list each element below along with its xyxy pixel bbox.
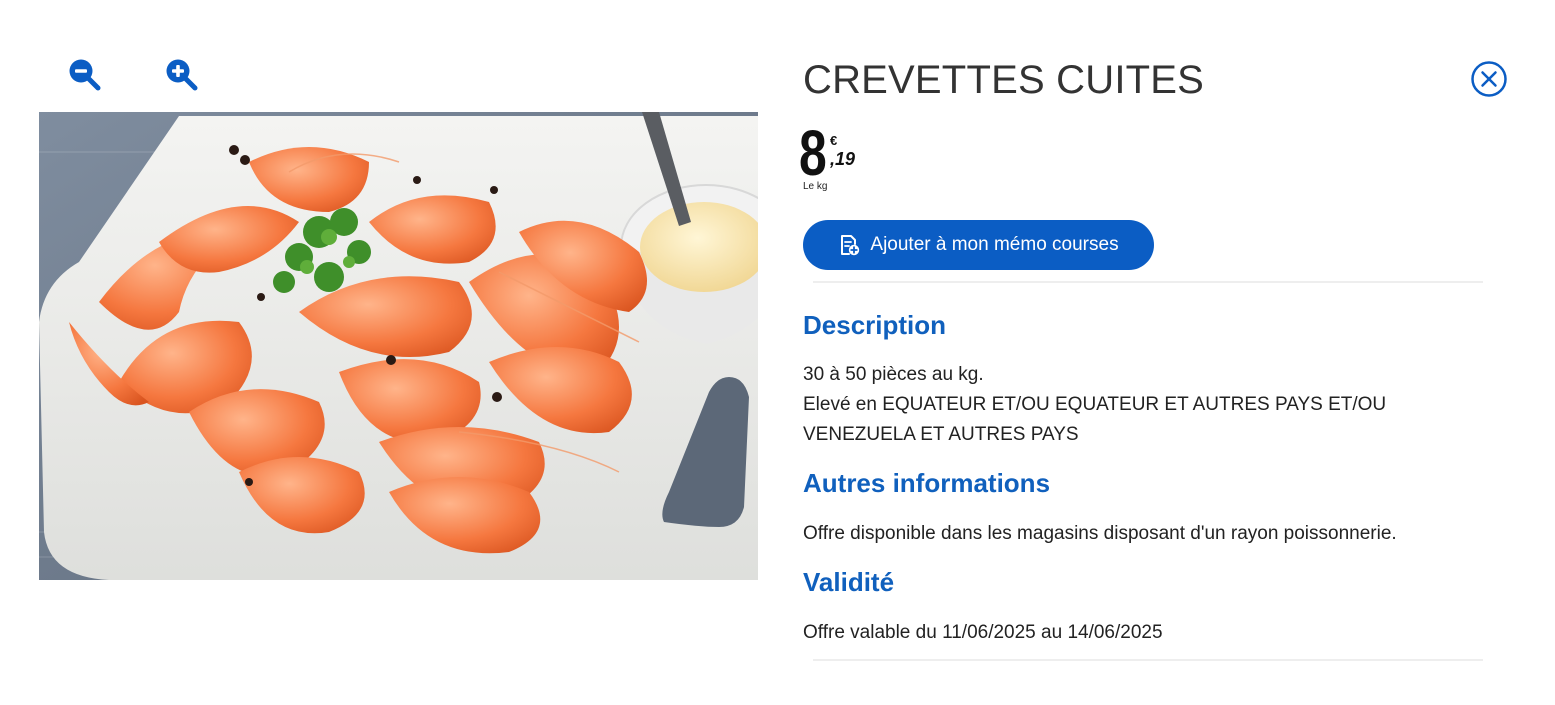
description-line-pieces: 30 à 50 pièces au kg.	[803, 364, 984, 385]
zoom-out-button[interactable]	[66, 56, 102, 92]
product-image[interactable]	[39, 112, 758, 580]
memo-add-icon	[841, 235, 860, 256]
price-integer: 8	[799, 117, 827, 189]
product-title: CREVETTES CUITES	[803, 58, 1205, 102]
zoom-in-icon	[166, 59, 198, 91]
close-circle-icon	[1471, 61, 1507, 97]
description-title: Description	[803, 310, 947, 340]
add-to-memo-label: Ajouter à mon mémo courses	[870, 234, 1119, 255]
shrimp-plate-illustration	[39, 112, 758, 580]
price-decimals: ,19	[830, 149, 856, 169]
other-info-title: Autres informations	[803, 468, 1051, 498]
other-info-text: Offre disponible dans les magasins dispo…	[803, 523, 1397, 544]
description-text: 30 à 50 pièces au kg. Elevé en EQUATEUR …	[803, 360, 1503, 450]
price-unit: Le kg	[803, 181, 828, 192]
zoom-in-button[interactable]	[163, 56, 199, 92]
divider	[813, 659, 1483, 661]
validity-title: Validité	[803, 567, 895, 597]
add-to-memo-button[interactable]: Ajouter à mon mémo courses	[803, 220, 1154, 270]
price-currency: €	[830, 133, 838, 148]
validity-text: Offre valable du 11/06/2025 au 14/06/202…	[803, 622, 1163, 643]
description-line-origin: Elevé en EQUATEUR ET/OU EQUATEUR ET AUTR…	[803, 394, 1387, 445]
zoom-out-icon	[69, 59, 101, 91]
close-button[interactable]	[1470, 60, 1508, 98]
divider	[813, 281, 1483, 283]
